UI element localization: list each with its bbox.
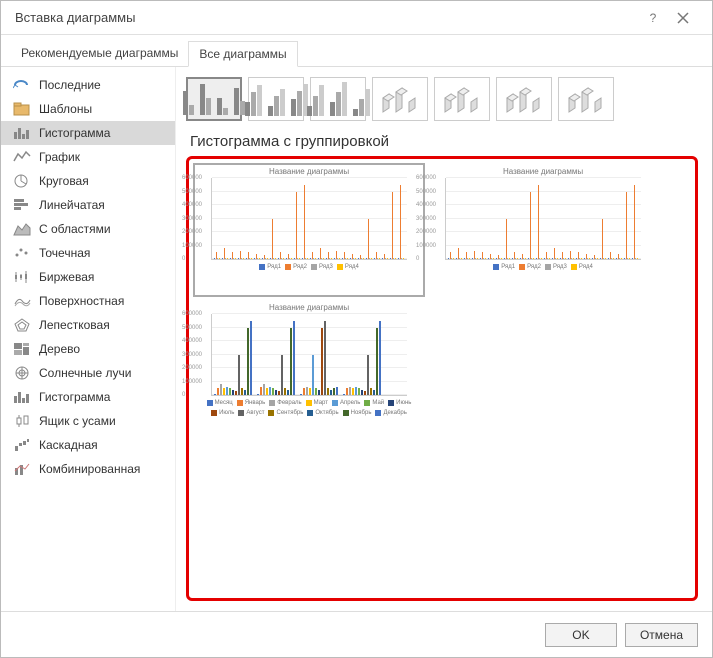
sidebar-item-label: С областями — [39, 222, 111, 236]
help-button[interactable]: ? — [638, 3, 668, 33]
main-pane: Гистограмма с группировкой Название диаг… — [176, 67, 712, 611]
subtype-title: Гистограмма с группировкой — [186, 131, 698, 156]
chart-subtype-6[interactable] — [558, 77, 614, 121]
sidebar-item-16[interactable]: Комбинированная — [1, 457, 175, 481]
sidebar-item-1[interactable]: Шаблоны — [1, 97, 175, 121]
sidebar-item-label: Поверхностная — [39, 294, 124, 308]
sidebar-item-15[interactable]: Каскадная — [1, 433, 175, 457]
chart-type-icon — [13, 221, 31, 237]
preview-legend: Ряд1Ряд2Ряд3Ряд4 — [195, 260, 423, 270]
sidebar-item-3[interactable]: График — [1, 145, 175, 169]
insert-chart-dialog: Вставка диаграммы ? Рекомендуемые диагра… — [0, 0, 713, 658]
sidebar-item-7[interactable]: Точечная — [1, 241, 175, 265]
window-title: Вставка диаграммы — [15, 10, 638, 25]
chart-type-icon — [13, 149, 31, 165]
sidebar-item-11[interactable]: Дерево — [1, 337, 175, 361]
sidebar-item-label: Гистограмма — [39, 126, 110, 140]
chart-subtype-1[interactable] — [248, 77, 304, 121]
sidebar-item-label: Последние — [39, 78, 101, 92]
sidebar-item-14[interactable]: Ящик с усами — [1, 409, 175, 433]
close-button[interactable] — [668, 3, 698, 33]
sidebar-item-10[interactable]: Лепестковая — [1, 313, 175, 337]
sidebar-item-label: Дерево — [39, 342, 80, 356]
sidebar-item-8[interactable]: Биржевая — [1, 265, 175, 289]
sidebar-item-0[interactable]: Последние — [1, 73, 175, 97]
preview-title: Название диаграммы — [195, 301, 423, 312]
sidebar-item-4[interactable]: Круговая — [1, 169, 175, 193]
chart-preview-1[interactable]: Название диаграммы 010000020000030000040… — [195, 165, 423, 295]
tab-recommended[interactable]: Рекомендуемые диаграммы — [11, 41, 188, 66]
dialog-footer: OK Отмена — [1, 611, 712, 657]
chart-type-icon — [13, 269, 31, 285]
sidebar-item-2[interactable]: Гистограмма — [1, 121, 175, 145]
sidebar-item-label: Солнечные лучи — [39, 366, 131, 380]
close-icon — [677, 12, 689, 24]
preview-area: Название диаграммы 010000020000030000040… — [186, 156, 698, 601]
ok-button[interactable]: OK — [545, 623, 617, 647]
chart-type-icon — [13, 293, 31, 309]
sidebar-item-label: Лепестковая — [39, 318, 110, 332]
chart-type-sidebar: Последние Шаблоны Гистограмма График Кругова… — [1, 67, 176, 611]
sidebar-item-9[interactable]: Поверхностная — [1, 289, 175, 313]
chart-type-icon — [13, 77, 31, 93]
sidebar-item-label: Ящик с усами — [39, 414, 116, 428]
sidebar-item-label: Гистограмма — [39, 390, 110, 404]
chart-type-icon — [13, 245, 31, 261]
chart-type-icon — [13, 197, 31, 213]
sidebar-item-5[interactable]: Линейчатая — [1, 193, 175, 217]
sidebar-item-label: Линейчатая — [39, 198, 105, 212]
chart-type-icon — [13, 437, 31, 453]
tab-all[interactable]: Все диаграммы — [188, 41, 297, 67]
sidebar-item-label: Биржевая — [39, 270, 94, 284]
chart-subtype-4[interactable] — [434, 77, 490, 121]
chart-preview-2[interactable]: Название диаграммы 010000020000030000040… — [429, 165, 657, 295]
preview-chart: 0100000200000300000400000500000600000 — [445, 178, 641, 260]
preview-title: Название диаграммы — [429, 165, 657, 176]
sidebar-item-label: Каскадная — [39, 438, 98, 452]
chart-subtype-row — [186, 77, 698, 131]
preview-legend: МесяцЯнварьФевральМартАпрельМайИюньИюльА… — [195, 396, 423, 416]
sidebar-item-6[interactable]: С областями — [1, 217, 175, 241]
preview-chart: 0100000200000300000400000500000600000 — [211, 314, 407, 396]
chart-type-icon — [13, 461, 31, 477]
sidebar-item-label: График — [39, 150, 80, 164]
sidebar-item-12[interactable]: Солнечные лучи — [1, 361, 175, 385]
chart-type-icon — [13, 173, 31, 189]
chart-type-icon — [13, 389, 31, 405]
sidebar-item-label: Круговая — [39, 174, 89, 188]
chart-subtype-2[interactable] — [310, 77, 366, 121]
sidebar-item-label: Шаблоны — [39, 102, 92, 116]
chart-preview-3[interactable]: Название диаграммы 010000020000030000040… — [195, 301, 423, 431]
chart-type-icon — [13, 341, 31, 357]
preview-chart: 0100000200000300000400000500000600000 — [211, 178, 407, 260]
chart-type-icon — [13, 317, 31, 333]
tabs: Рекомендуемые диаграммы Все диаграммы — [1, 35, 712, 67]
sidebar-item-label: Комбинированная — [39, 462, 140, 476]
cancel-button[interactable]: Отмена — [625, 623, 698, 647]
chart-type-icon — [13, 101, 31, 117]
chart-subtype-0[interactable] — [186, 77, 242, 121]
chart-type-icon — [13, 413, 31, 429]
sidebar-item-label: Точечная — [39, 246, 90, 260]
sidebar-item-13[interactable]: Гистограмма — [1, 385, 175, 409]
chart-type-icon — [13, 365, 31, 381]
chart-subtype-5[interactable] — [496, 77, 552, 121]
chart-subtype-3[interactable] — [372, 77, 428, 121]
chart-type-icon — [13, 125, 31, 141]
preview-title: Название диаграммы — [195, 165, 423, 176]
preview-legend: Ряд1Ряд2Ряд3Ряд4 — [429, 260, 657, 270]
titlebar: Вставка диаграммы ? — [1, 1, 712, 35]
